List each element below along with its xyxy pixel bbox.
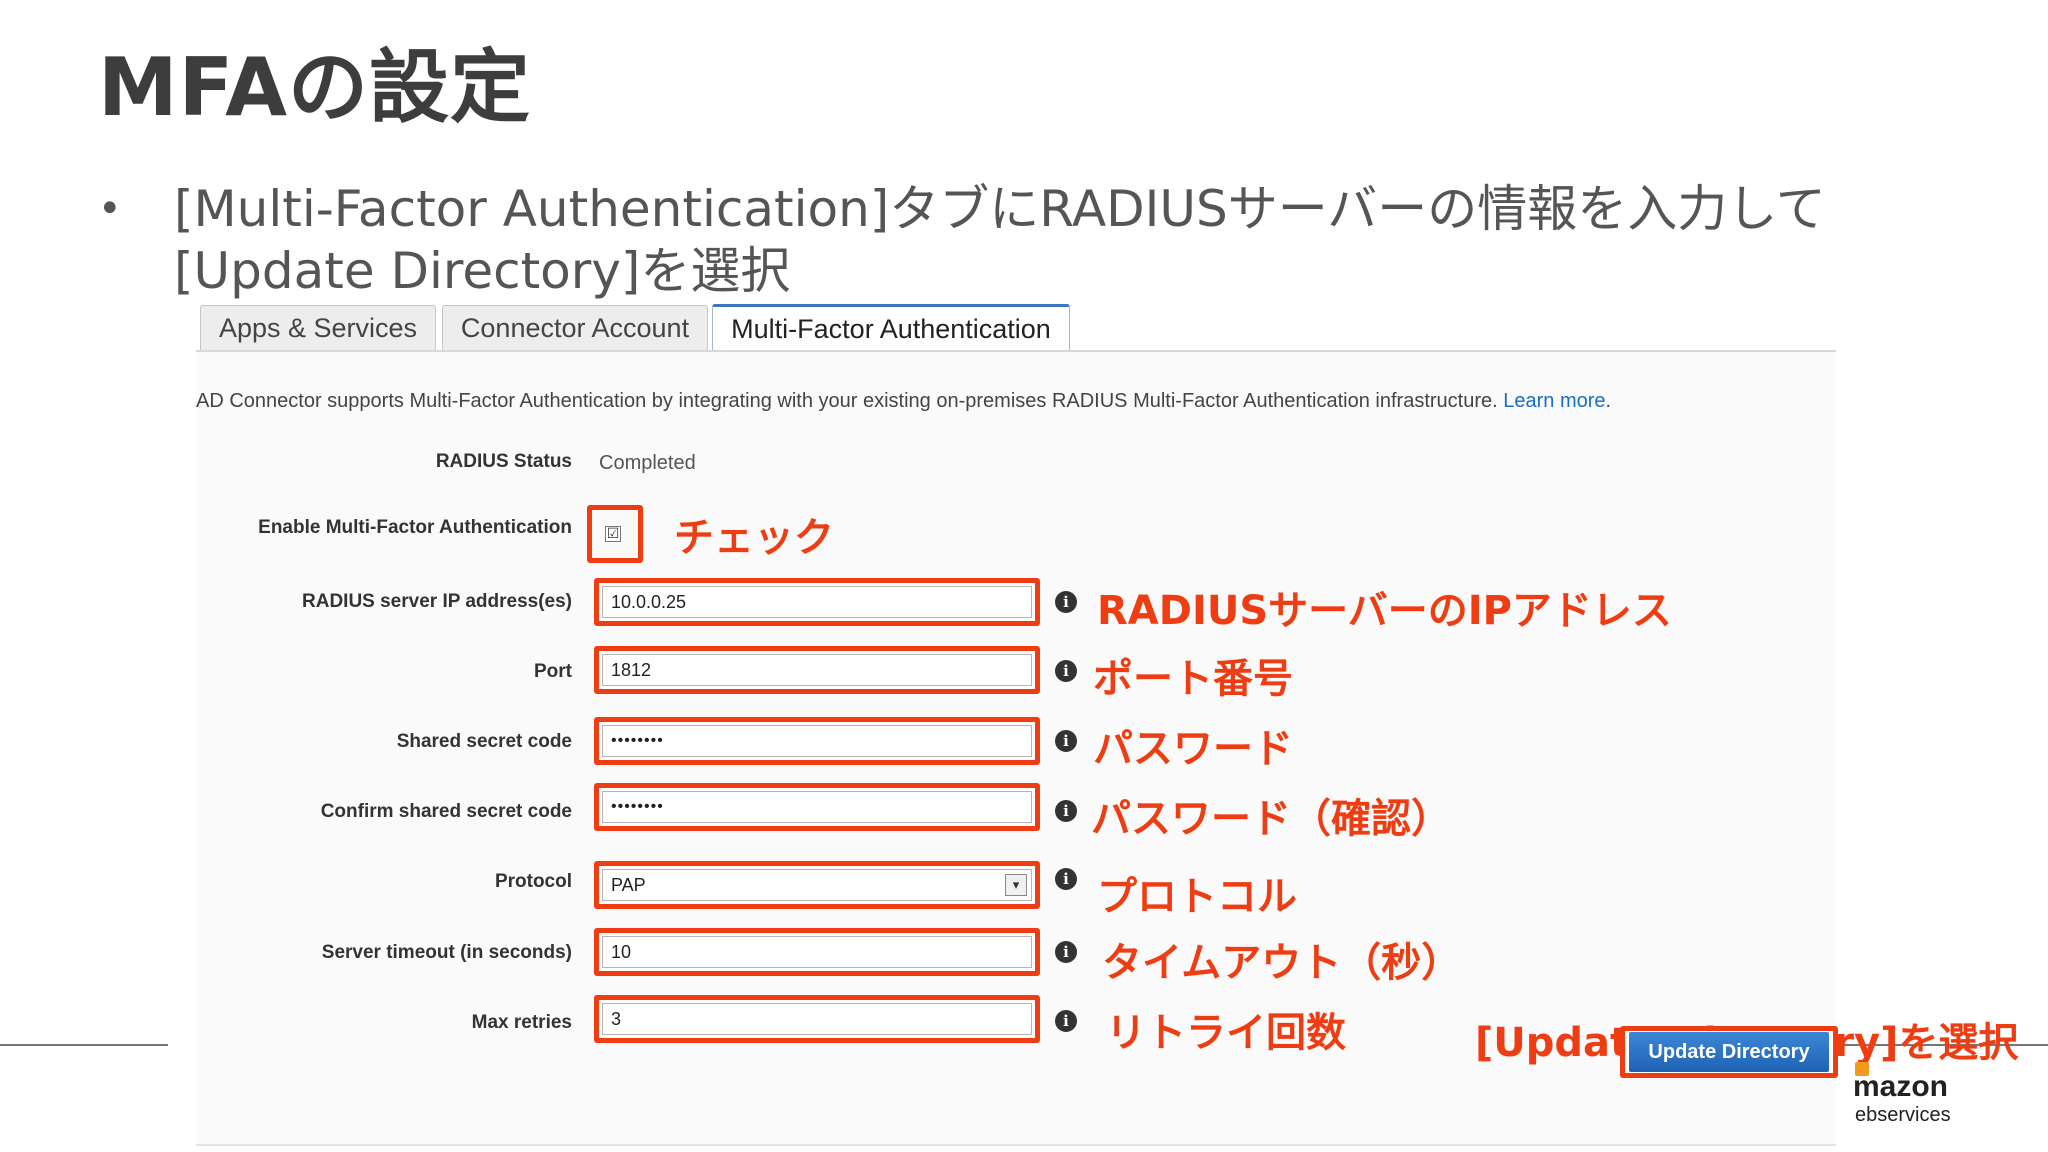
info-icon[interactable]: i: [1055, 591, 1077, 613]
max-retries-input[interactable]: 3: [602, 1003, 1032, 1035]
mfa-description: AD Connector supports Multi-Factor Authe…: [196, 390, 1896, 413]
chevron-down-icon[interactable]: ▾: [1005, 874, 1027, 896]
bullet-text: [Multi-Factor Authentication]タブにRADIUSサー…: [174, 178, 1894, 302]
port-highlight: 1812: [594, 646, 1040, 694]
server-ip-label: RADIUS server IP address(es): [302, 591, 572, 612]
footer-rule-left: [0, 1044, 168, 1046]
aws-logo: mazon ebservices: [1853, 1062, 1973, 1130]
annotation-server-ip: RADIUSサーバーのIPアドレス: [1097, 588, 1672, 634]
learn-more-link[interactable]: Learn more: [1503, 390, 1605, 412]
panel-divider: [196, 1144, 1836, 1146]
learn-more-suffix: .: [1605, 390, 1612, 412]
server-ip-input[interactable]: 10.0.0.25: [602, 586, 1032, 618]
tab-apps-services[interactable]: Apps & Services: [200, 305, 436, 351]
protocol-label: Protocol: [494, 871, 572, 892]
radius-status-label: RADIUS Status: [435, 451, 572, 472]
annotation-server-timeout: タイムアウト（秒）: [1102, 940, 1462, 986]
shared-secret-highlight: ••••••••: [594, 717, 1040, 765]
tab-multi-factor-authentication[interactable]: Multi-Factor Authentication: [712, 304, 1070, 352]
server-ip-highlight: 10.0.0.25: [594, 578, 1040, 626]
server-timeout-highlight: 10: [594, 928, 1040, 976]
protocol-select[interactable]: PAP ▾: [602, 869, 1032, 901]
info-icon[interactable]: i: [1055, 941, 1077, 963]
confirm-secret-input[interactable]: ••••••••: [602, 791, 1032, 823]
aws-logo-subtext: ebservices: [1855, 1104, 1951, 1126]
tab-bar-underline: [196, 350, 1836, 352]
port-input[interactable]: 1812: [602, 654, 1032, 686]
info-icon[interactable]: i: [1055, 730, 1077, 752]
info-icon[interactable]: i: [1055, 660, 1077, 682]
annotation-max-retries: リトライ回数: [1106, 1010, 1346, 1056]
server-timeout-label: Server timeout (in seconds): [321, 942, 572, 963]
enable-mfa-checkbox[interactable]: ☑: [605, 526, 621, 542]
aws-logo-text: mazon: [1853, 1070, 1949, 1103]
enable-mfa-label: Enable Multi-Factor Authentication: [258, 517, 572, 538]
description-text: AD Connector supports Multi-Factor Authe…: [196, 390, 1498, 412]
confirm-secret-label: Confirm shared secret code: [320, 801, 572, 822]
tab-connector-account[interactable]: Connector Account: [442, 305, 708, 351]
info-icon[interactable]: i: [1055, 800, 1077, 822]
annotation-confirm-secret: パスワード（確認）: [1091, 796, 1451, 842]
annotation-port: ポート番号: [1093, 656, 1293, 702]
radius-status-value: Completed: [599, 452, 696, 474]
shared-secret-input[interactable]: ••••••••: [602, 725, 1032, 757]
annotation-protocol: プロトコル: [1097, 874, 1297, 920]
info-icon[interactable]: i: [1055, 868, 1077, 890]
annotation-check: チェック: [674, 515, 834, 561]
annotation-shared-secret: パスワード: [1093, 726, 1293, 772]
max-retries-highlight: 3: [594, 995, 1040, 1043]
protocol-highlight: PAP ▾: [594, 861, 1040, 909]
bullet-line-2: [Update Directory]を選択: [174, 242, 791, 300]
confirm-secret-highlight: ••••••••: [594, 783, 1040, 831]
bullet-line-1: [Multi-Factor Authentication]タブにRADIUSサー…: [174, 180, 1826, 238]
slide-title: MFAの設定: [98, 41, 531, 134]
info-icon[interactable]: i: [1055, 1010, 1077, 1032]
server-timeout-input[interactable]: 10: [602, 936, 1032, 968]
max-retries-label: Max retries: [471, 1012, 572, 1033]
port-label: Port: [534, 661, 572, 682]
bullet-marker: •: [98, 186, 122, 232]
update-directory-button[interactable]: Update Directory: [1629, 1032, 1829, 1072]
shared-secret-label: Shared secret code: [396, 731, 572, 752]
protocol-selected-value: PAP: [611, 874, 646, 895]
